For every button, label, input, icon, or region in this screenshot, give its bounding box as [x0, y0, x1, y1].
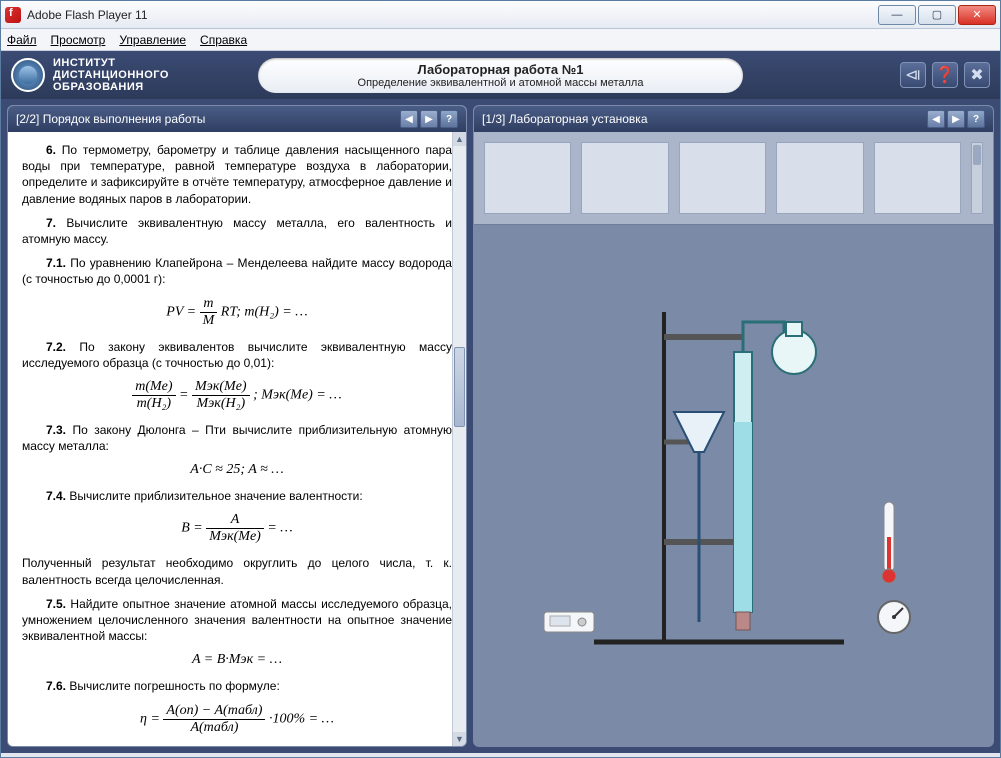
apparatus-header: [1/3] Лабораторная установка ◀ ▶ ? — [474, 106, 993, 132]
scroll-down-icon[interactable]: ▼ — [453, 732, 466, 746]
thumbnail-5[interactable] — [874, 142, 961, 214]
apparatus-panel: [1/3] Лабораторная установка ◀ ▶ ? — [473, 105, 994, 747]
lab-subtitle: Определение эквивалентной и атомной масс… — [358, 77, 644, 89]
logo-text: ИНСТИТУТ ДИСТАНЦИОННОГО ОБРАЗОВАНИЯ — [53, 57, 169, 93]
paragraph-7-6: 7.6. Вычислите погрешность по формуле: — [22, 678, 452, 694]
instructions-scrollbar[interactable]: ▲ ▼ — [452, 132, 466, 746]
menu-bar: Файл Просмотр Управление Справка — [1, 29, 1000, 51]
formula-7-6: η = A(оп) − A(табл)A(табл) ·100% = … — [22, 703, 452, 736]
maximize-button[interactable]: ▢ — [918, 5, 956, 25]
exit-button[interactable]: ✖ — [964, 62, 990, 88]
formula-7-4: B = AMэк(Me) = … — [22, 512, 452, 545]
minimize-button[interactable]: — — [878, 5, 916, 25]
formula-7-2: m(Me)m(H₂) = Mэк(Me)Mэк(H₂) ; Mэк(Me) = … — [22, 379, 452, 412]
paragraph-7-1: 7.1. По уравнению Клапейрона – Менделеев… — [22, 255, 452, 287]
thumbnail-3[interactable] — [679, 142, 766, 214]
content-area: [2/2] Порядок выполнения работы ◀ ▶ ? 6.… — [1, 99, 1000, 753]
instructions-body: 6. По термометру, барометру и таблице да… — [8, 132, 466, 746]
apparatus-svg — [524, 242, 944, 662]
header-toolbar: ⧏ ❓ ✖ — [900, 62, 990, 88]
paragraph-6: 6. По термометру, барометру и таблице да… — [22, 142, 452, 207]
menu-file[interactable]: Файл — [7, 33, 37, 47]
scale-icon — [544, 612, 594, 632]
prev-step-button[interactable]: ⧏ — [900, 62, 926, 88]
title-bar: Adobe Flash Player 11 — ▢ ✕ — [1, 1, 1000, 29]
thumbnail-1[interactable] — [484, 142, 571, 214]
menu-control[interactable]: Управление — [119, 33, 186, 47]
scroll-thumb[interactable] — [454, 347, 465, 427]
paragraph-7-2: 7.2. По закону эквивалентов вычислите эк… — [22, 339, 452, 371]
lab-title-pill: Лабораторная работа №1 Определение эквив… — [258, 58, 744, 93]
status-bar — [1, 753, 1000, 757]
hint-button[interactable]: ❓ — [932, 62, 958, 88]
instructions-prev-button[interactable]: ◀ — [400, 110, 418, 128]
menu-help[interactable]: Справка — [200, 33, 247, 47]
thermometer-icon — [882, 502, 896, 583]
instructions-header: [2/2] Порядок выполнения работы ◀ ▶ ? — [8, 106, 466, 132]
window-controls: — ▢ ✕ — [878, 5, 996, 25]
formula-7-5: A = B·Mэк = … — [22, 652, 452, 668]
paragraph-7-4: 7.4. Вычислите приблизительное значение … — [22, 488, 452, 504]
thumbnail-2[interactable] — [581, 142, 668, 214]
apparatus-next-button[interactable]: ▶ — [947, 110, 965, 128]
instructions-next-button[interactable]: ▶ — [420, 110, 438, 128]
scroll-up-icon[interactable]: ▲ — [453, 132, 466, 146]
thumbnail-strip — [474, 132, 993, 225]
apparatus-title: [1/3] Лабораторная установка — [482, 112, 925, 126]
paragraph-7-4-note: Полученный результат необходимо округлит… — [22, 555, 452, 587]
app-window: Adobe Flash Player 11 — ▢ ✕ Файл Просмот… — [0, 0, 1001, 758]
apparatus-help-button[interactable]: ? — [967, 110, 985, 128]
flash-player-icon — [5, 7, 21, 23]
paragraph-7: 7. Вычислите эквивалентную массу металла… — [22, 215, 452, 247]
instructions-help-button[interactable]: ? — [440, 110, 458, 128]
instructions-panel: [2/2] Порядок выполнения работы ◀ ▶ ? 6.… — [7, 105, 467, 747]
formula-7-3: A·C ≈ 25; A ≈ … — [22, 462, 452, 478]
lab-diagram — [474, 232, 993, 746]
thumbnail-4[interactable] — [776, 142, 863, 214]
paragraph-7-5: 7.5. Найдите опытное значение атомной ма… — [22, 596, 452, 645]
close-button[interactable]: ✕ — [958, 5, 996, 25]
window-title: Adobe Flash Player 11 — [27, 8, 878, 22]
thumbnail-scrollbar[interactable] — [971, 142, 983, 214]
institute-logo: ИНСТИТУТ ДИСТАНЦИОННОГО ОБРАЗОВАНИЯ — [11, 57, 169, 93]
globe-icon — [11, 58, 45, 92]
lab-title: Лабораторная работа №1 — [358, 62, 644, 77]
apparatus-body — [474, 132, 993, 746]
barometer-icon — [878, 601, 910, 633]
app-header: ИНСТИТУТ ДИСТАНЦИОННОГО ОБРАЗОВАНИЯ Лабо… — [1, 51, 1000, 99]
apparatus-prev-button[interactable]: ◀ — [927, 110, 945, 128]
formula-7-1: PV = mM RT; m(H₂) = … — [22, 296, 452, 329]
instructions-title: [2/2] Порядок выполнения работы — [16, 112, 398, 126]
menu-view[interactable]: Просмотр — [51, 33, 106, 47]
paragraph-7-3: 7.3. По закону Дюлонга – Пти вычислите п… — [22, 422, 452, 454]
